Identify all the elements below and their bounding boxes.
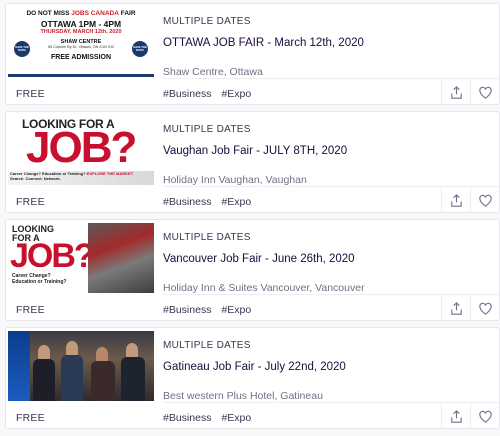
share-button[interactable] — [441, 78, 470, 104]
share-icon — [450, 409, 462, 423]
share-icon — [450, 301, 462, 315]
event-title[interactable]: OTTAWA JOB FAIR - March 12th, 2020 — [163, 37, 364, 49]
share-icon — [450, 193, 462, 207]
thumb-decoration — [91, 361, 115, 401]
event-title[interactable]: Gatineau Job Fair - July 22nd, 2020 — [163, 361, 346, 373]
thumb-decoration — [38, 345, 50, 359]
share-button[interactable] — [441, 402, 470, 428]
event-card[interactable]: FREE MULTIPLE DATES Gatineau Job Fair - … — [5, 327, 500, 429]
event-title[interactable]: Vancouver Job Fair - June 26th, 2020 — [163, 253, 355, 265]
thumb-text: DO NOT MISS JOBS CANADA FAIR — [26, 10, 136, 17]
event-venue: Holiday Inn & Suites Vancouver, Vancouve… — [163, 282, 365, 294]
tag-link[interactable]: #Business — [163, 304, 211, 316]
event-dates: MULTIPLE DATES — [163, 232, 251, 243]
like-button[interactable] — [470, 294, 499, 320]
thumb-decoration — [96, 347, 108, 361]
event-thumbnail-area[interactable]: DO NOT MISS JOBS CANADA FAIR OTTAWA 1PM … — [6, 4, 156, 104]
thumb-decoration — [121, 357, 145, 401]
event-venue: Holiday Inn Vaughan, Vaughan — [163, 174, 307, 186]
event-thumbnail[interactable]: LOOKING FOR A JOB? Career Change? Educat… — [8, 115, 154, 185]
like-button[interactable] — [470, 402, 499, 428]
event-card[interactable]: LOOKING FOR A JOB? Career Change? Educat… — [5, 111, 500, 213]
event-dates: MULTIPLE DATES — [163, 340, 251, 351]
save-the-date-seal: SAVE THE DATE! — [132, 41, 148, 57]
thumb-photo — [88, 223, 154, 293]
event-tags: #Business #Expo — [163, 304, 261, 316]
save-the-date-seal: SAVE THE DATE! — [14, 41, 30, 57]
tag-link[interactable]: #Expo — [221, 412, 251, 424]
like-button[interactable] — [470, 78, 499, 104]
event-dates: MULTIPLE DATES — [163, 124, 251, 135]
event-title[interactable]: Vaughan Job Fair - JULY 8TH, 2020 — [163, 145, 347, 157]
event-tags: #Business #Expo — [163, 412, 261, 424]
tag-link[interactable]: #Business — [163, 88, 211, 100]
thumb-panel: LOOKING FOR A JOB? Career Change? Educatio… — [8, 223, 95, 293]
share-icon — [450, 85, 462, 99]
event-tags: #Business #Expo — [163, 88, 261, 100]
thumb-text: Career Change? Education or Training? EX… — [10, 171, 134, 181]
thumb-decoration — [8, 74, 154, 77]
event-price: FREE — [16, 304, 45, 316]
thumb-text: JOB? — [10, 237, 95, 275]
event-price: FREE — [16, 196, 45, 208]
tag-link[interactable]: #Expo — [221, 88, 251, 100]
event-thumbnail-area[interactable]: LOOKING FOR A JOB? Career Change? Educatio… — [6, 220, 156, 320]
thumb-text: Career Change? Education or Training? — [12, 273, 67, 285]
event-thumbnail-area[interactable]: FREE — [6, 328, 156, 428]
like-button[interactable] — [470, 186, 499, 212]
event-tags: #Business #Expo — [163, 196, 261, 208]
event-thumbnail[interactable] — [8, 331, 154, 401]
event-venue: Best western Plus Hotel, Gatineau — [163, 390, 323, 402]
tag-link[interactable]: #Business — [163, 412, 211, 424]
event-thumbnail-area[interactable]: LOOKING FOR A JOB? Career Change? Educat… — [6, 112, 156, 212]
thumb-decoration — [61, 355, 83, 401]
event-price: FREE — [16, 88, 45, 100]
event-card[interactable]: LOOKING FOR A JOB? Career Change? Educatio… — [5, 219, 500, 321]
tag-link[interactable]: #Business — [163, 196, 211, 208]
thumb-decoration — [66, 341, 78, 355]
thumb-text: FREE ADMISSION — [50, 54, 112, 61]
tag-link[interactable]: #Expo — [221, 196, 251, 208]
heart-icon — [478, 410, 492, 423]
thumb-text: OTTAWA 1PM - 4PM — [40, 19, 122, 29]
tag-link[interactable]: #Expo — [221, 304, 251, 316]
event-venue: Shaw Centre, Ottawa — [163, 66, 263, 78]
event-dates: MULTIPLE DATES — [163, 16, 251, 27]
share-button[interactable] — [441, 186, 470, 212]
heart-icon — [478, 302, 492, 315]
heart-icon — [478, 194, 492, 207]
thumb-text: THURSDAY, MARCH 12th, 2020 — [40, 29, 122, 35]
thumb-decoration — [8, 331, 30, 401]
event-price: FREE — [16, 412, 45, 424]
thumb-decoration — [33, 359, 55, 401]
thumb-decoration — [126, 343, 138, 357]
heart-icon — [478, 86, 492, 99]
share-button[interactable] — [441, 294, 470, 320]
event-thumbnail[interactable]: LOOKING FOR A JOB? Career Change? Educatio… — [8, 223, 154, 293]
event-card[interactable]: DO NOT MISS JOBS CANADA FAIR OTTAWA 1PM … — [5, 3, 500, 105]
event-thumbnail[interactable]: DO NOT MISS JOBS CANADA FAIR OTTAWA 1PM … — [8, 7, 154, 77]
thumb-text: JOB? — [26, 123, 137, 172]
